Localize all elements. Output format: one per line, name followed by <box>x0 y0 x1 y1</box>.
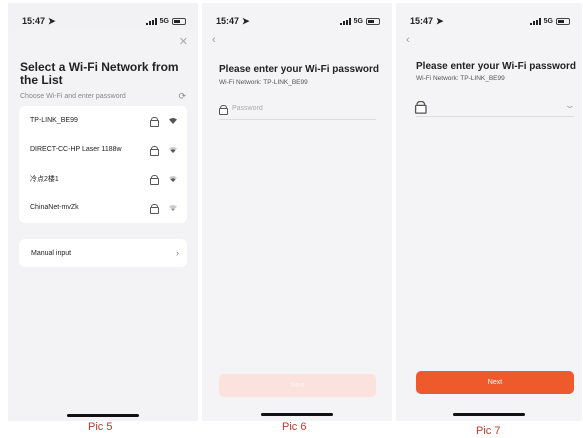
phone-screen-pic6: 15:47 ➤ 5G ‹ Please enter your Wi-Fi pas… <box>202 3 392 421</box>
lock-icon <box>150 145 159 156</box>
status-bar: 15:47 ➤ 5G <box>8 3 198 31</box>
network-list: TP-LINK_BE99 DIRECT-CC-HP Laser 1188w 冷点… <box>19 106 187 223</box>
status-bar: 15:47 ➤ 5G <box>202 3 392 31</box>
password-input[interactable] <box>423 102 567 109</box>
network-item[interactable]: TP-LINK_BE99 <box>19 106 187 135</box>
back-icon[interactable]: ‹ <box>212 34 216 46</box>
next-button[interactable]: Next <box>219 374 376 397</box>
battery-icon <box>556 17 570 25</box>
network-name: 冷点2楼1 <box>30 175 59 183</box>
battery-icon <box>172 17 186 25</box>
home-indicator <box>67 414 139 417</box>
password-input[interactable] <box>226 105 376 112</box>
battery-icon <box>366 17 380 25</box>
next-button[interactable]: Next <box>416 371 574 394</box>
signal-icon <box>339 17 351 25</box>
wifi-network-label: Wi-Fi Network: TP-LINK_BE99 <box>219 79 308 86</box>
home-indicator <box>453 413 525 416</box>
wifi-icon <box>169 146 177 154</box>
network-type: 5G <box>353 17 363 25</box>
refresh-icon[interactable]: ⟳ <box>178 91 186 102</box>
status-bar: 15:47 ➤ 5G <box>396 3 582 31</box>
location-arrow-icon: ➤ <box>242 15 250 26</box>
network-name: DIRECT-CC-HP Laser 1188w <box>30 146 122 153</box>
network-name: ChinaNet-mvZk <box>30 204 79 211</box>
wifi-network-label: Wi-Fi Network: TP-LINK_BE99 <box>416 75 505 82</box>
password-field: ⌄ <box>414 95 576 117</box>
sheet-subtitle: Choose Wi-Fi and enter password <box>20 93 126 100</box>
status-time: 15:47 <box>22 16 46 26</box>
network-name: TP-LINK_BE99 <box>30 117 78 124</box>
location-arrow-icon: ➤ <box>48 15 56 26</box>
chevron-right-icon: › <box>176 248 179 258</box>
lock-icon <box>414 100 427 114</box>
network-item[interactable]: 冷点2楼1 <box>19 164 187 193</box>
caption-pic7: Pic 7 <box>476 425 501 437</box>
signal-icon <box>529 17 541 25</box>
manual-input-button[interactable]: Manual input › <box>19 239 187 267</box>
signal-icon <box>145 17 157 25</box>
caption-pic5: Pic 5 <box>88 421 113 433</box>
wifi-icon <box>169 204 177 212</box>
wifi-icon <box>169 117 177 125</box>
location-arrow-icon: ➤ <box>436 15 444 26</box>
network-type: 5G <box>159 17 169 25</box>
wifi-icon <box>169 175 177 183</box>
lock-icon <box>219 104 228 115</box>
lock-icon <box>150 203 159 214</box>
manual-input-label: Manual input <box>31 249 72 257</box>
lock-icon <box>150 174 159 185</box>
home-indicator <box>261 413 333 416</box>
password-field <box>219 98 376 120</box>
page-title: Please enter your Wi-Fi password <box>416 61 576 72</box>
status-time: 15:47 <box>216 16 240 26</box>
close-icon[interactable]: ✕ <box>179 35 188 48</box>
chevron-down-icon[interactable]: ⌄ <box>564 100 576 111</box>
network-type: 5G <box>543 17 553 25</box>
network-item[interactable]: DIRECT-CC-HP Laser 1188w <box>19 135 187 164</box>
status-time: 15:47 <box>410 16 434 26</box>
sheet-title: Select a Wi-Fi Network from the List <box>20 60 179 87</box>
phone-screen-pic5: 15:47 ➤ 5G ✕ Select a Wi-Fi Network from… <box>8 3 198 421</box>
wifi-select-sheet: ✕ Select a Wi-Fi Network from the List C… <box>8 30 198 421</box>
caption-pic6: Pic 6 <box>282 421 307 433</box>
page-title: Please enter your Wi-Fi password <box>219 64 379 75</box>
network-item[interactable]: ChinaNet-mvZk <box>19 193 187 222</box>
lock-icon <box>150 116 159 127</box>
phone-screen-pic7: 15:47 ➤ 5G ‹ Please enter your Wi-Fi pas… <box>396 3 582 421</box>
back-icon[interactable]: ‹ <box>406 34 410 46</box>
